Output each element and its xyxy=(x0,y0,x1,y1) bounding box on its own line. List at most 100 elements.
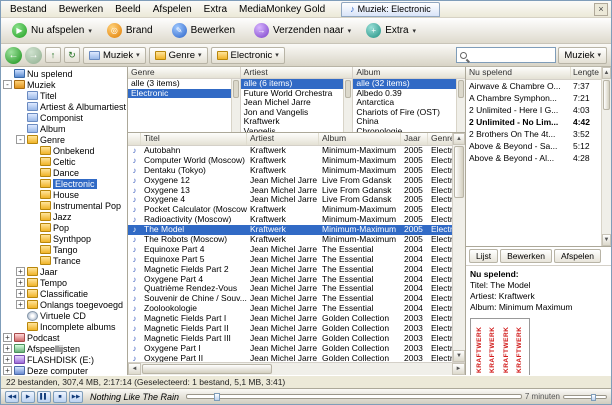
menu-bewerken[interactable]: Bewerken xyxy=(53,3,109,16)
filter-header-album[interactable]: Album xyxy=(353,67,466,79)
tree-item[interactable]: Artiest & Albumartiest xyxy=(1,101,127,112)
column-artist[interactable]: Artiest xyxy=(247,133,319,145)
tree-item[interactable]: Onbekend xyxy=(1,145,127,156)
filter-item[interactable]: Jean Michel Jarre xyxy=(241,98,353,108)
tree-item[interactable]: Tango xyxy=(1,244,127,255)
scroll-down-icon[interactable]: ▼ xyxy=(453,350,465,362)
volume-slider[interactable] xyxy=(563,393,607,401)
toolbar-button[interactable]: ◎ Brand xyxy=(100,20,164,41)
table-row[interactable]: ♪ Magnetic Fields Part 2 Jean Michel Jar… xyxy=(128,265,453,275)
breadcrumb-dropdown[interactable]: Genre ▾ xyxy=(148,46,208,64)
tree-item[interactable]: Celtic xyxy=(1,156,127,167)
scrollbar-thumb[interactable] xyxy=(454,146,464,198)
player-button[interactable]: ■ xyxy=(53,390,67,403)
column-album[interactable]: Album xyxy=(319,133,401,145)
tree-item[interactable]: + Podcast xyxy=(1,332,127,343)
tree-expander-icon[interactable]: - xyxy=(16,135,25,144)
tree-item[interactable]: Trance xyxy=(1,255,127,266)
filter-item[interactable]: Kraftwerk xyxy=(241,117,353,127)
now-playing-length-column[interactable]: Lengte xyxy=(571,67,601,79)
tree-item[interactable]: + Onlangs toegevoegd xyxy=(1,299,127,310)
now-playing-item[interactable]: Airwave & Chambre O... 7:37 xyxy=(466,80,601,92)
filter-item[interactable]: Antarctica xyxy=(353,98,465,108)
back-button[interactable]: ← xyxy=(5,46,22,64)
album-scrollbar[interactable] xyxy=(456,79,466,132)
scrollbar-track[interactable] xyxy=(453,199,465,350)
table-row[interactable]: ♪ Souvenir de Chine / Souv... Jean Miche… xyxy=(128,294,453,304)
table-row[interactable]: ♪ Oxygene Part I Jean Michel Jarre Golde… xyxy=(128,344,453,354)
table-row[interactable]: ♪ Oxygene Part II Jean Michel Jarre Gold… xyxy=(128,354,453,362)
tree-expander-icon[interactable]: - xyxy=(3,80,12,89)
table-row[interactable]: ♪ The Model Kraftwerk Minimum-Maximum 20… xyxy=(128,225,452,236)
tree-item[interactable]: + Tempo xyxy=(1,277,127,288)
tree-item[interactable]: - Genre xyxy=(1,134,127,145)
tree-item[interactable]: Electronic xyxy=(1,178,127,189)
column-title[interactable]: Titel xyxy=(141,133,247,145)
scroll-down-icon[interactable]: ▼ xyxy=(602,234,611,246)
table-vertical-scrollbar[interactable]: ▲ ▼ xyxy=(452,133,465,362)
menu-extra[interactable]: Extra xyxy=(198,3,233,16)
scrollbar-track[interactable] xyxy=(273,363,452,375)
toolbar-button[interactable]: ▶ Nu afspelen ▾ xyxy=(5,20,99,41)
breadcrumb-dropdown[interactable]: Electronic ▾ xyxy=(210,46,285,64)
info-tab[interactable]: Lijst xyxy=(469,249,499,263)
filter-item[interactable]: Future World Orchestra xyxy=(241,89,353,99)
tree-item[interactable]: + Afspeellijsten xyxy=(1,343,127,354)
genre-scrollbar[interactable] xyxy=(230,79,240,132)
scrollbar-thumb[interactable] xyxy=(142,364,272,374)
tree-expander-icon[interactable]: + xyxy=(16,267,25,276)
artist-scrollbar[interactable] xyxy=(343,79,353,132)
table-row[interactable]: ♪ Autobahn Kraftwerk Minimum-Maximum 200… xyxy=(128,146,453,156)
tree-expander-icon[interactable]: + xyxy=(3,355,12,364)
info-tab[interactable]: Bewerken xyxy=(500,249,552,263)
up-button[interactable]: ↑ xyxy=(45,47,61,63)
now-playing-item[interactable]: A Chambre Symphon... 7:21 xyxy=(466,92,601,104)
tree-item[interactable]: Synthpop xyxy=(1,233,127,244)
tree-item[interactable]: Instrumental Pop xyxy=(1,200,127,211)
table-row[interactable]: ♪ The Robots (Moscow) Kraftwerk Minimum-… xyxy=(128,235,453,245)
toolbar-button[interactable]: → Verzenden naar ▾ xyxy=(247,20,358,41)
tree-item[interactable]: Nu spelend xyxy=(1,68,127,79)
table-row[interactable]: ♪ Magnetic Fields Part I Jean Michel Jar… xyxy=(128,314,453,324)
tree-item[interactable]: + FLASHDISK (E:) xyxy=(1,354,127,365)
seek-thumb[interactable] xyxy=(213,393,220,401)
volume-thumb[interactable] xyxy=(591,393,597,401)
table-row[interactable]: ♪ Dentaku (Tokyo) Kraftwerk Minimum-Maxi… xyxy=(128,166,453,176)
menu-afspelen[interactable]: Afspelen xyxy=(147,3,198,16)
tree-item[interactable]: House xyxy=(1,189,127,200)
tree-item[interactable]: Album xyxy=(1,123,127,134)
table-row[interactable]: ♪ Oxygene 13 Jean Michel Jarre Live From… xyxy=(128,186,453,196)
filter-item[interactable]: Chronologie xyxy=(353,127,465,133)
table-row[interactable]: ♪ Magnetic Fields Part III Jean Michel J… xyxy=(128,334,453,344)
table-horizontal-scrollbar[interactable]: ◄ ► xyxy=(128,362,465,375)
tree-item[interactable]: Pop xyxy=(1,222,127,233)
table-row[interactable]: ♪ Computer World (Moscow) Kraftwerk Mini… xyxy=(128,156,453,166)
tree-expander-icon[interactable]: + xyxy=(16,300,25,309)
tree-expander-icon[interactable]: + xyxy=(3,333,12,342)
tree-item[interactable]: Virtuele CD xyxy=(1,310,127,321)
scroll-up-icon[interactable]: ▲ xyxy=(602,67,611,79)
filter-header-artist[interactable]: Artiest xyxy=(240,67,353,79)
tree-expander-icon[interactable]: + xyxy=(3,366,12,375)
now-playing-item[interactable]: 2 Brothers On The 4t... 3:52 xyxy=(466,128,601,140)
seek-bar[interactable] xyxy=(186,393,522,401)
table-row[interactable]: ♪ Zoolookologie Jean Michel Jarre The Es… xyxy=(128,304,453,314)
table-row[interactable]: ♪ Oxygene 12 Jean Michel Jarre Live From… xyxy=(128,176,453,186)
table-row[interactable]: ♪ Radioactivity (Moscow) Kraftwerk Minim… xyxy=(128,215,453,225)
search-input[interactable] xyxy=(469,50,553,60)
scrollbar-thumb[interactable] xyxy=(458,80,465,98)
table-row[interactable]: ♪ Equinoxe Part 4 Jean Michel Jarre The … xyxy=(128,245,453,255)
filter-item[interactable]: Albedo 0.39 xyxy=(353,89,465,99)
player-button[interactable]: ▶ xyxy=(21,390,35,403)
search-scope-dropdown[interactable]: Muziek ▾ xyxy=(558,46,607,64)
refresh-button[interactable]: ↻ xyxy=(64,47,80,63)
scrollbar-track[interactable] xyxy=(602,111,611,234)
column-year[interactable]: Jaar xyxy=(401,133,428,145)
tree-item[interactable]: Incomplete albums xyxy=(1,321,127,332)
column-icon[interactable] xyxy=(128,133,141,145)
table-row[interactable]: ♪ Oxygene 4 Jean Michel Jarre Live From … xyxy=(128,195,453,205)
collection-tab[interactable]: ♪ Muziek: Electronic xyxy=(341,1,440,17)
filter-item[interactable]: alle (3 items) xyxy=(128,79,240,89)
scroll-up-icon[interactable]: ▲ xyxy=(453,133,465,145)
toolbar-button[interactable]: ✎ Bewerken xyxy=(165,20,246,41)
